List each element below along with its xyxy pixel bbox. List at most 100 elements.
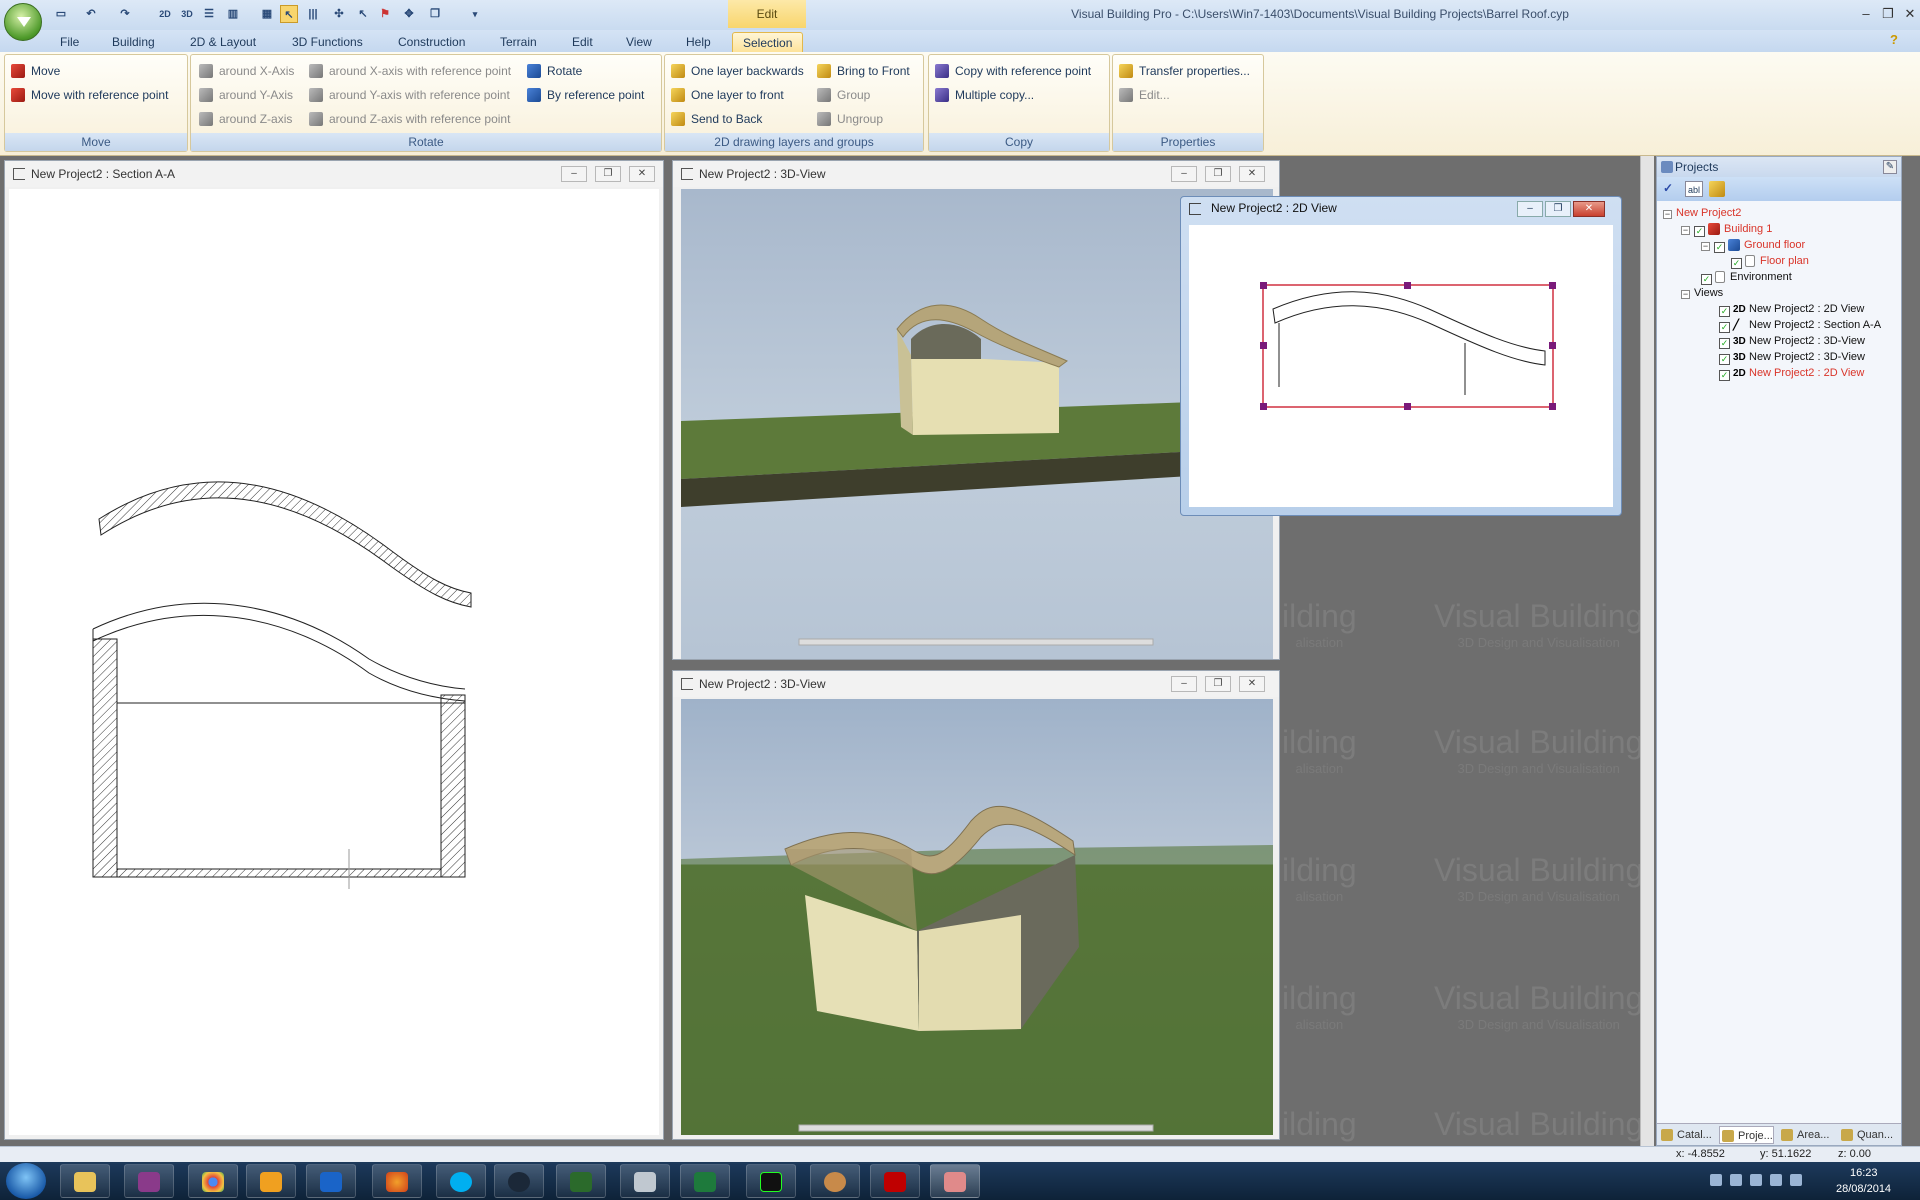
tab-file[interactable]: File [56,32,83,52]
close-icon[interactable]: ✕ [629,166,655,182]
2d-view-window[interactable]: New Project2 : 2D View – ❐ ✕ [1180,196,1622,516]
tab-catalog[interactable]: Catal... [1659,1126,1712,1144]
checkbox[interactable]: ✓ [1714,242,1725,253]
checkbox[interactable]: ✓ [1719,354,1730,365]
media-icon[interactable] [246,1164,296,1198]
check-icon[interactable]: ✓ [1663,181,1679,197]
minimize-icon[interactable]: – [1517,201,1543,217]
app-icon[interactable] [620,1164,670,1198]
customize-icon[interactable]: ▾ [466,5,484,23]
explorer-icon[interactable] [60,1164,110,1198]
visual-building-icon[interactable] [930,1164,980,1198]
network-icon[interactable] [1750,1174,1762,1186]
tree-view-item[interactable]: ✓ 3D New Project2 : 3D-View [1719,349,1865,365]
close-icon[interactable]: ✕ [1239,166,1265,182]
section-window[interactable]: New Project2 : Section A-A – ❐ ✕ [4,160,664,1140]
transfer-properties-button[interactable]: Transfer properties... [1119,61,1250,81]
checkbox[interactable]: ✓ [1719,306,1730,317]
group-button[interactable]: Group [817,85,870,105]
by-reference-point-button[interactable]: By reference point [527,85,644,105]
app-icon[interactable] [746,1164,796,1198]
checkbox[interactable]: ✓ [1731,258,1742,269]
bring-to-front-button[interactable]: Bring to Front [817,61,910,81]
columns-icon[interactable]: ▥ [224,5,242,23]
one-layer-backwards-button[interactable]: One layer backwards [671,61,804,81]
tree-views[interactable]: − Views [1681,285,1723,301]
restore-icon[interactable]: ❐ [1878,4,1898,24]
move-icon[interactable]: ✥ [400,5,418,23]
bars-icon[interactable]: ||| [304,5,322,23]
maximize-icon[interactable]: ❐ [1545,201,1571,217]
tab-construction[interactable]: Construction [394,32,469,52]
tab-3d-functions[interactable]: 3D Functions [288,32,367,52]
tray-arrow-icon[interactable] [1710,1174,1722,1186]
send-to-back-button[interactable]: Send to Back [671,109,762,129]
snap-icon[interactable]: ✣ [330,5,348,23]
outlook-icon[interactable] [306,1164,356,1198]
ungroup-button[interactable]: Ungroup [817,109,883,129]
rotate-y-button[interactable]: around Y-Axis [199,85,293,105]
3d-view-bottom-window[interactable]: New Project2 : 3D-View – ❐ ✕ [672,670,1280,1140]
tab-selection[interactable]: Selection [732,32,804,52]
rename-icon[interactable]: abl [1685,181,1703,197]
close-icon[interactable]: ✕ [1900,4,1920,24]
3d-canvas-bottom[interactable] [681,699,1273,1135]
collapse-icon[interactable]: − [1701,242,1710,251]
undo-icon[interactable]: ↶ [82,5,100,23]
help-icon[interactable]: ? [1890,32,1906,50]
tree-floor-plan[interactable]: ✓ Floor plan [1731,253,1809,269]
multiple-copy-button[interactable]: Multiple copy... [935,85,1034,105]
checkbox[interactable]: ✓ [1719,322,1730,333]
flag-icon[interactable] [1730,1174,1742,1186]
tab-terrain[interactable]: Terrain [496,32,541,52]
paint-icon[interactable] [810,1164,860,1198]
checkbox[interactable]: ✓ [1694,226,1705,237]
close-icon[interactable]: ✕ [1573,201,1605,217]
tab-building[interactable]: Building [108,32,159,52]
view2d-icon[interactable]: 2D [156,5,174,23]
collapse-icon[interactable]: − [1681,226,1690,235]
steam-icon[interactable] [494,1164,544,1198]
layers-icon[interactable]: ☰ [200,5,218,23]
filezilla-icon[interactable] [870,1164,920,1198]
firefox-icon[interactable] [372,1164,422,1198]
tab-help[interactable]: Help [682,32,715,52]
rotate-y-ref-button[interactable]: around Y-axis with reference point [309,85,510,105]
rotate-x-button[interactable]: around X-Axis [199,61,294,81]
skype-icon[interactable] [436,1164,486,1198]
checkbox[interactable]: ✓ [1719,338,1730,349]
terminal-icon[interactable] [556,1164,606,1198]
tab-edit[interactable]: Edit [568,32,597,52]
start-icon[interactable] [6,1163,46,1199]
minimize-icon[interactable]: – [1171,166,1197,182]
tree-root[interactable]: − New Project2 [1663,205,1741,221]
rotate-x-ref-button[interactable]: around X-axis with reference point [309,61,511,81]
volume-icon[interactable] [1790,1174,1802,1186]
pointer-icon[interactable]: ↖ [354,5,372,23]
checkbox[interactable]: ✓ [1701,274,1712,285]
tree-view-item[interactable]: ✓ ╱ New Project2 : Section A-A [1719,317,1881,333]
maximize-icon[interactable]: ❐ [1205,166,1231,182]
copy-icon[interactable]: ❐ [426,5,444,23]
clock-date[interactable]: 28/08/2014 [1836,1182,1891,1196]
tree-environment[interactable]: ✓ Environment [1701,269,1792,285]
new-icon[interactable]: ▭ [52,5,70,23]
maximize-icon[interactable]: ❐ [1205,676,1231,692]
maximize-icon[interactable]: ❐ [595,166,621,182]
minimize-icon[interactable]: – [561,166,587,182]
minimize-icon[interactable]: – [1856,4,1876,24]
tab-view[interactable]: View [622,32,656,52]
2d-canvas[interactable] [1189,225,1613,507]
copy-ref-button[interactable]: Copy with reference point [935,61,1091,81]
tab-area[interactable]: Area... [1779,1126,1829,1144]
tab-2d-layout[interactable]: 2D & Layout [186,32,260,52]
chrome-icon[interactable] [188,1164,238,1198]
minimize-icon[interactable]: – [1171,676,1197,692]
tree-floor[interactable]: − ✓ Ground floor [1701,237,1805,253]
properties-icon[interactable] [1709,181,1725,197]
tree-view-item[interactable]: ✓ 2D New Project2 : 2D View [1719,301,1864,317]
redo-icon[interactable]: ↷ [116,5,134,23]
tab-quantities[interactable]: Quan... [1839,1126,1893,1144]
app-icon[interactable] [124,1164,174,1198]
checkbox[interactable]: ✓ [1719,370,1730,381]
